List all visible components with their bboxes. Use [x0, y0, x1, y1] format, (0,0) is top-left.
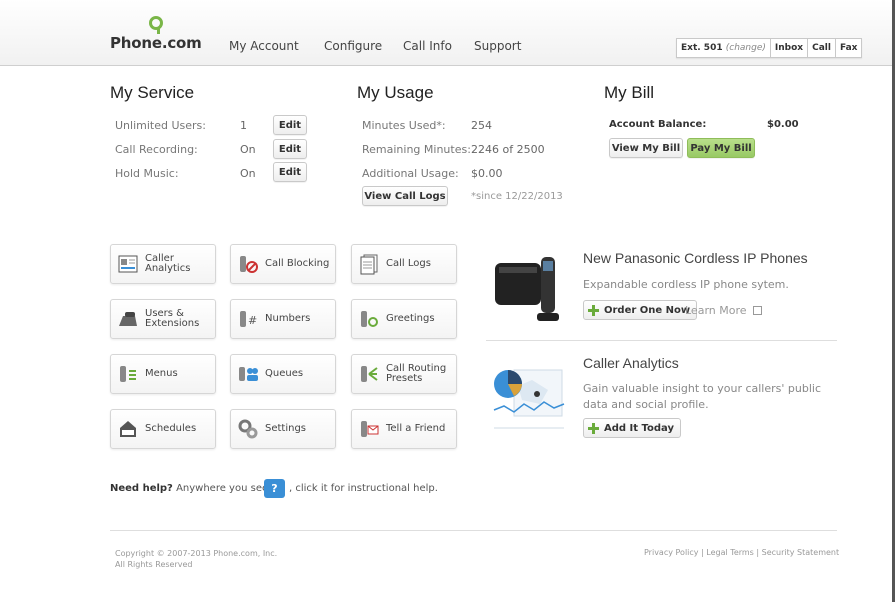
menus-icon — [120, 366, 136, 382]
tile-schedules[interactable]: Schedules — [110, 409, 216, 449]
logo[interactable]: Phone.com — [110, 34, 202, 52]
schedules-icon — [120, 421, 136, 437]
panasonic-promo-desc: Expandable cordless IP phone sytem. — [583, 278, 789, 291]
add-it-today-button[interactable]: Add It Today — [583, 418, 681, 438]
help-text-end: , click it for instructional help. — [289, 483, 438, 494]
account-balance-label: Account Balance: — [609, 119, 707, 130]
tile-numbers[interactable]: # Numbers — [230, 299, 336, 339]
plus-icon — [588, 304, 599, 316]
order-one-now-button[interactable]: Order One Now — [583, 300, 698, 320]
tile-label: Schedules — [145, 423, 197, 434]
tile-call-blocking[interactable]: Call Blocking — [230, 244, 336, 284]
tile-settings[interactable]: Settings — [230, 409, 336, 449]
tile-call-routing-presets[interactable]: Call Routing Presets — [351, 354, 457, 394]
inbox-button[interactable]: Inbox — [769, 39, 807, 57]
edit-recording-button[interactable]: Edit — [273, 139, 307, 159]
additional-usage-label: Additional Usage: — [362, 167, 459, 180]
remaining-minutes-value: 2246 of 2500 — [471, 143, 545, 156]
queues-icon — [239, 367, 258, 381]
tile-users-extensions[interactable]: Users & Extensions — [110, 299, 216, 339]
plus-icon — [588, 422, 599, 434]
account-balance-value: $0.00 — [767, 119, 799, 130]
view-my-bill-button[interactable]: View My Bill — [609, 138, 683, 158]
promo-divider — [486, 340, 837, 341]
tile-label: Greetings — [386, 313, 435, 324]
settings-icon — [238, 419, 258, 439]
caller-analytics-icon — [118, 255, 138, 273]
help-text: Need help? Anywhere you see — [110, 483, 269, 494]
my-bill-title: My Bill — [604, 83, 655, 102]
since-note: *since 12/22/2013 — [471, 191, 563, 202]
call-routing-icon — [361, 366, 378, 382]
tile-label: Numbers — [265, 313, 311, 324]
additional-usage-value: $0.00 — [471, 167, 503, 180]
my-usage-title: My Usage — [357, 83, 434, 102]
nav-configure[interactable]: Configure — [324, 39, 382, 53]
caller-analytics-image — [493, 369, 565, 429]
pay-my-bill-button[interactable]: Pay My Bill — [687, 138, 755, 158]
greetings-icon — [361, 311, 378, 327]
header-tools: Ext. 501 (change) Inbox Call Fax — [676, 38, 863, 58]
minutes-used-label: Minutes Used*: — [362, 119, 446, 132]
footer-links[interactable]: Privacy Policy | Legal Terms | Security … — [644, 548, 839, 557]
call-blocking-icon — [240, 256, 258, 273]
learn-more-link[interactable]: Learn More — [685, 304, 763, 317]
call-recording-label: Call Recording: — [115, 143, 198, 156]
tile-label: Call Logs — [386, 258, 431, 269]
caller-analytics-promo-title: Caller Analytics — [583, 355, 679, 371]
call-button[interactable]: Call — [807, 39, 835, 57]
header: Phone.com My Account Configure Call Info… — [0, 0, 895, 66]
footer-copyright: Copyright © 2007-2013 Phone.com, Inc. Al… — [115, 549, 278, 569]
users-extensions-icon — [119, 312, 137, 326]
tile-call-logs[interactable]: Call Logs — [351, 244, 457, 284]
nav-call-info[interactable]: Call Info — [403, 39, 452, 53]
hold-music-value: On — [240, 167, 256, 180]
call-recording-value: On — [240, 143, 256, 156]
fax-button[interactable]: Fax — [834, 39, 862, 57]
tile-menus[interactable]: Menus — [110, 354, 216, 394]
tell-a-friend-icon — [361, 421, 379, 437]
external-link-icon — [753, 306, 763, 315]
tile-label: Call Routing Presets — [386, 363, 447, 384]
numbers-icon: # — [240, 311, 257, 327]
nav-support[interactable]: Support — [474, 39, 521, 53]
svg-text:#: # — [248, 314, 257, 327]
nav-my-account[interactable]: My Account — [229, 39, 299, 53]
tile-label: Menus — [145, 368, 178, 379]
call-logs-icon — [360, 254, 378, 275]
edit-hold-music-button[interactable]: Edit — [273, 162, 307, 182]
unlimited-users-value: 1 — [240, 119, 247, 132]
tile-caller-analytics[interactable]: Caller Analytics — [110, 244, 216, 284]
cordless-phone-image — [495, 257, 559, 321]
tile-label: Caller Analytics — [145, 253, 191, 274]
tile-label: Queues — [265, 368, 304, 379]
extension-selector[interactable]: Ext. 501 (change) — [677, 39, 770, 57]
tile-queues[interactable]: Queues — [230, 354, 336, 394]
hold-music-label: Hold Music: — [115, 167, 179, 180]
tile-label: Tell a Friend — [386, 423, 446, 434]
unlimited-users-label: Unlimited Users: — [115, 119, 206, 132]
edit-users-button[interactable]: Edit — [273, 115, 307, 135]
tile-label: Call Blocking — [265, 258, 330, 269]
tile-greetings[interactable]: Greetings — [351, 299, 457, 339]
logo-pin-icon — [149, 16, 163, 34]
tile-label: Settings — [265, 423, 307, 434]
view-call-logs-button[interactable]: View Call Logs — [362, 186, 448, 206]
help-question-icon[interactable]: ? — [264, 479, 285, 498]
footer-divider — [110, 530, 837, 531]
caller-analytics-promo-desc: Gain valuable insight to your callers' p… — [583, 382, 821, 411]
my-service-title: My Service — [110, 83, 195, 102]
remaining-minutes-label: Remaining Minutes: — [362, 143, 471, 156]
minutes-used-value: 254 — [471, 119, 492, 132]
tile-tell-a-friend[interactable]: Tell a Friend — [351, 409, 457, 449]
tile-label: Users & Extensions — [145, 308, 200, 329]
panasonic-promo-title: New Panasonic Cordless IP Phones — [583, 250, 808, 266]
